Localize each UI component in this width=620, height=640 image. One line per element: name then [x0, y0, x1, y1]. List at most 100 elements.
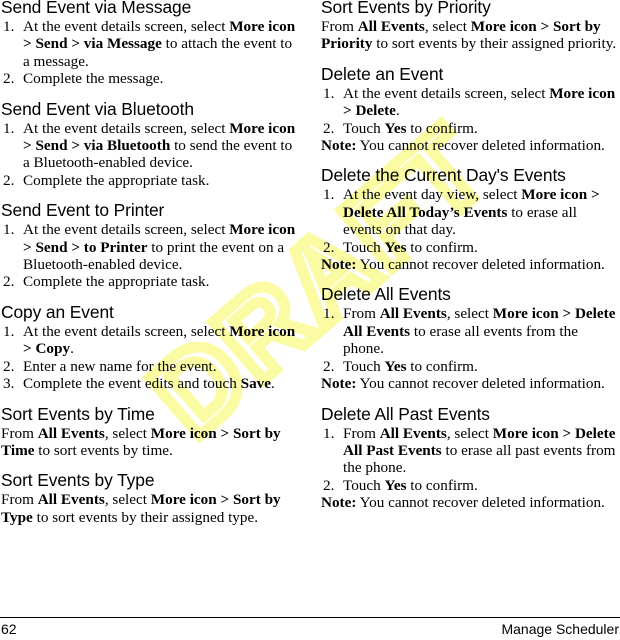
- body-text: Touch: [343, 357, 385, 375]
- emphasis-text: All Events: [357, 18, 425, 35]
- body-text: , select: [446, 305, 493, 323]
- step-item: At the event details screen, select More…: [321, 85, 619, 120]
- emphasis-text: Yes: [384, 476, 407, 494]
- note-label: Note:: [321, 256, 357, 274]
- body-text: From: [1, 424, 38, 442]
- section-heading: Send Event via Bluetooth: [1, 98, 194, 119]
- section-heading: Delete All Past Events: [321, 403, 490, 424]
- step-list: At the event details screen, select More…: [1, 221, 299, 291]
- step-item: At the event day view, select More icon …: [321, 186, 619, 238]
- body-text: Touch: [343, 476, 385, 494]
- body-text: At the event details screen, select: [23, 221, 230, 239]
- body-text: Enter a new name for the event.: [23, 357, 217, 375]
- section-heading: Copy an Event: [1, 301, 114, 322]
- body-text: to confirm.: [406, 476, 478, 494]
- step-item: From All Events, select More icon > Dele…: [321, 425, 619, 477]
- step-item: Touch Yes to confirm.: [321, 476, 619, 495]
- section-heading: Sort Events by Time: [1, 403, 155, 424]
- emphasis-text: Yes: [384, 238, 407, 256]
- note-label: Note:: [321, 375, 357, 393]
- body-text: Complete the appropriate task.: [23, 273, 210, 291]
- body-text: Complete the message.: [23, 70, 164, 88]
- note-paragraph: Note: You cannot recover deleted informa…: [321, 375, 619, 392]
- step-list: From All Events, select More icon > Dele…: [321, 305, 619, 375]
- manual-page: DRAFT Send Event via Message At the event…: [0, 0, 620, 640]
- body-text: to sort events by their assigned type.: [32, 508, 259, 526]
- body-text: At the event details screen, select: [23, 322, 230, 340]
- step-item: At the event details screen, select More…: [1, 323, 299, 358]
- body-text: to sort events by time.: [34, 441, 173, 459]
- body-text: From: [343, 305, 380, 323]
- body-text: Touch: [343, 119, 385, 137]
- body-text: Complete the appropriate task.: [23, 171, 210, 189]
- body-text: , select: [104, 424, 151, 442]
- body-text: to confirm.: [406, 238, 478, 256]
- body-text: , select: [446, 424, 493, 442]
- step-list: At the event details screen, select More…: [1, 18, 299, 88]
- note-paragraph: Note: You cannot recover deleted informa…: [321, 256, 619, 273]
- note-label: Note:: [321, 137, 357, 155]
- body-text: .: [70, 340, 74, 358]
- section-heading: Send Event via Message: [1, 0, 192, 17]
- step-list: At the event details screen, select More…: [321, 85, 619, 138]
- step-item: At the event details screen, select More…: [1, 18, 299, 70]
- emphasis-text: Save: [240, 375, 272, 393]
- section-heading: Delete an Event: [321, 63, 444, 84]
- step-item: Complete the event edits and touch Save.: [1, 375, 299, 393]
- chapter-title: Manage Scheduler: [501, 621, 619, 637]
- section-heading: Delete All Events: [321, 284, 451, 305]
- note-paragraph: Note: You cannot recover deleted informa…: [321, 137, 619, 154]
- body-text: .: [395, 102, 400, 120]
- body-text: to confirm.: [406, 357, 478, 375]
- page-number: 62: [1, 621, 17, 637]
- body-text: At the event details screen, select: [23, 18, 230, 35]
- step-list: At the event details screen, select More…: [1, 120, 299, 190]
- body-text: At the event details screen, select: [23, 119, 230, 137]
- body-text: to sort events by their assigned priorit…: [372, 35, 617, 53]
- note-text: You cannot recover deleted information.: [356, 256, 605, 274]
- step-item: Touch Yes to confirm.: [321, 357, 619, 376]
- section-paragraph: From All Events, select More icon > Sort…: [1, 491, 299, 526]
- body-text: , select: [104, 491, 151, 509]
- step-item: Complete the message.: [1, 70, 299, 88]
- emphasis-text: All Events: [379, 424, 447, 442]
- body-text: to confirm.: [406, 119, 478, 137]
- section-heading: Sort Events by Type: [1, 470, 155, 491]
- step-item: At the event details screen, select More…: [1, 221, 299, 273]
- step-item: Enter a new name for the event.: [1, 357, 299, 376]
- step-item: Touch Yes to confirm.: [321, 119, 619, 138]
- section-heading: Sort Events by Priority: [321, 0, 491, 17]
- note-label: Note:: [321, 494, 357, 512]
- step-item: At the event details screen, select More…: [1, 120, 299, 172]
- emphasis-text: All Events: [37, 491, 105, 509]
- section-paragraph: From All Events, select More icon > Sort…: [1, 425, 299, 460]
- emphasis-text: Yes: [384, 119, 407, 137]
- footer-divider: [0, 617, 620, 618]
- body-text: At the event day view, select: [343, 186, 522, 204]
- body-text: Complete the event edits and touch: [23, 375, 241, 393]
- step-list: At the event day view, select More icon …: [321, 186, 619, 256]
- body-text: , select: [424, 18, 471, 35]
- step-item: From All Events, select More icon > Dele…: [321, 305, 619, 357]
- body-text: From: [343, 424, 380, 442]
- step-item: Complete the appropriate task.: [1, 171, 299, 190]
- step-item: Touch Yes to confirm.: [321, 238, 619, 257]
- section-heading: Delete the Current Day's Events: [321, 165, 566, 186]
- section-heading: Send Event to Printer: [1, 200, 165, 221]
- step-list: At the event details screen, select More…: [1, 323, 299, 393]
- emphasis-text: All Events: [379, 305, 447, 323]
- emphasis-text: Yes: [384, 357, 407, 375]
- step-list: From All Events, select More icon > Dele…: [321, 425, 619, 495]
- note-text: You cannot recover deleted information.: [356, 375, 605, 393]
- right-column: Sort Events by Priority From All Events, …: [321, 0, 619, 512]
- section-paragraph: From All Events, select More icon > Sort…: [321, 18, 619, 53]
- body-text: At the event details screen, select: [343, 84, 550, 102]
- body-text: From: [1, 491, 38, 509]
- step-item: Complete the appropriate task.: [1, 273, 299, 291]
- left-column: Send Event via Message At the event detai…: [1, 0, 299, 526]
- emphasis-text: All Events: [37, 424, 105, 442]
- note-paragraph: Note: You cannot recover deleted informa…: [321, 494, 619, 511]
- body-text: .: [271, 375, 275, 393]
- note-text: You cannot recover deleted information.: [356, 137, 605, 155]
- body-text: From: [321, 18, 358, 35]
